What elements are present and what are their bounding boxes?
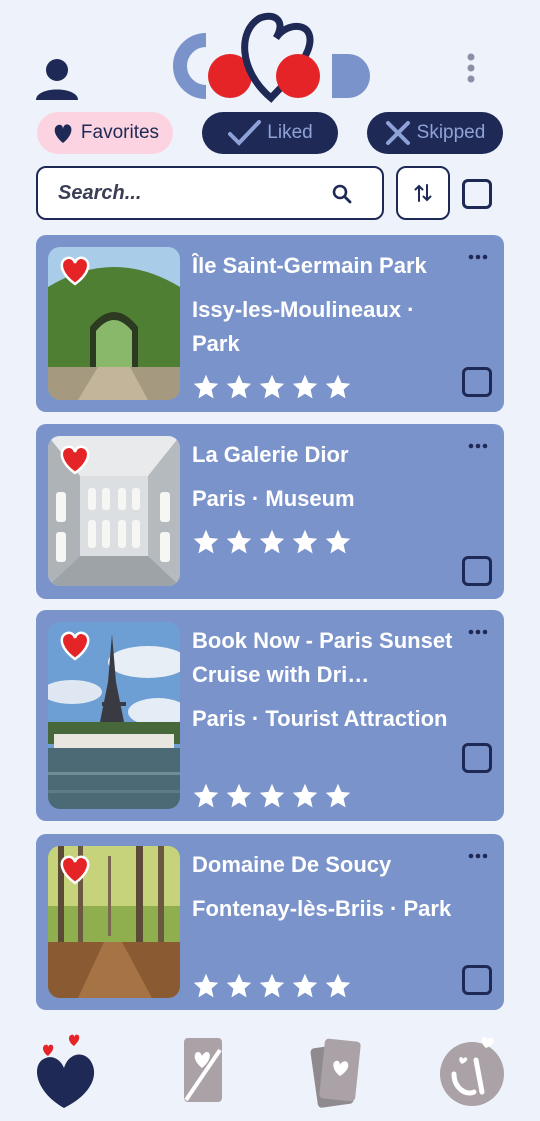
star-icon — [226, 973, 252, 998]
place-subtitle: Paris · Tourist Attraction — [192, 706, 448, 731]
place-subtitle: Paris · Museum — [192, 486, 355, 511]
more-horizontal-icon[interactable] — [468, 628, 488, 636]
star-icon — [325, 374, 351, 399]
star-icon — [259, 783, 285, 808]
place-card[interactable]: La Galerie Dior Paris · Museum — [36, 424, 504, 599]
place-title: Domaine De Soucy — [192, 852, 392, 877]
more-horizontal-icon[interactable] — [468, 253, 488, 261]
app-badge-icon[interactable] — [436, 1030, 508, 1110]
filter-liked[interactable]: Liked — [202, 112, 338, 154]
place-title: La Galerie Dior — [192, 442, 349, 467]
star-icon — [292, 973, 318, 998]
filter-favorites[interactable]: Favorites — [37, 112, 173, 154]
more-horizontal-icon[interactable] — [468, 442, 488, 450]
search-icon[interactable] — [332, 184, 352, 204]
place-photo — [48, 846, 180, 998]
favorite-heart-icon — [60, 855, 90, 885]
place-card[interactable]: Île Saint-Germain Park Issy-les-Moulinea… — [36, 235, 504, 412]
rating-stars — [192, 528, 352, 556]
place-photo — [48, 247, 180, 400]
star-icon — [193, 973, 219, 998]
select-checkbox[interactable] — [462, 556, 492, 586]
place-card[interactable]: Book Now - Paris Sunset Cruise with Dri…… — [36, 610, 504, 821]
place-title: Île Saint-Germain Park — [192, 253, 427, 278]
top-bar — [0, 0, 540, 110]
hearts-icon[interactable] — [30, 1030, 102, 1110]
rating-stars — [192, 373, 352, 401]
filter-favorites-label: Favorites — [80, 122, 160, 143]
search-row — [0, 164, 540, 222]
star-icon — [226, 529, 252, 554]
select-checkbox[interactable] — [462, 743, 492, 773]
place-photo — [48, 436, 180, 586]
rating-stars — [192, 782, 352, 810]
place-subtitle: Fontenay-lès-Briis · Park — [192, 896, 452, 921]
filter-skipped-label: Skipped — [416, 122, 486, 143]
star-icon — [226, 374, 252, 399]
more-horizontal-icon[interactable] — [468, 852, 488, 860]
select-all-checkbox[interactable] — [462, 179, 492, 209]
select-checkbox[interactable] — [462, 965, 492, 995]
filter-chips: Favorites Liked Skipped — [0, 110, 540, 156]
star-icon — [259, 374, 285, 399]
place-subtitle: Issy-les-Moulineaux · Park — [192, 297, 415, 356]
place-title: Book Now - Paris Sunset Cruise with Dri… — [192, 628, 453, 687]
star-icon — [193, 374, 219, 399]
star-icon — [292, 529, 318, 554]
sort-button[interactable] — [396, 166, 450, 220]
more-vertical-icon[interactable] — [458, 52, 484, 84]
favorite-heart-icon — [60, 631, 90, 661]
search-box — [36, 166, 384, 220]
star-icon — [193, 529, 219, 554]
filter-skipped[interactable]: Skipped — [367, 112, 503, 154]
cards-stack-icon[interactable] — [300, 1030, 372, 1110]
filter-liked-label: Liked — [267, 122, 313, 143]
favorite-heart-icon — [60, 445, 90, 475]
search-input[interactable] — [58, 178, 328, 208]
rating-stars — [192, 972, 352, 1000]
check-icon — [228, 120, 262, 146]
star-icon — [325, 783, 351, 808]
card-swipe-icon[interactable] — [168, 1030, 240, 1110]
star-icon — [193, 783, 219, 808]
star-icon — [226, 783, 252, 808]
user-icon[interactable] — [34, 56, 80, 102]
place-photo — [48, 622, 180, 809]
sort-icon — [414, 184, 432, 202]
star-icon — [325, 973, 351, 998]
favorite-heart-icon — [60, 256, 90, 286]
select-checkbox[interactable] — [462, 367, 492, 397]
heart-icon — [54, 124, 72, 143]
x-icon — [385, 121, 410, 145]
app-logo — [173, 12, 370, 103]
star-icon — [292, 783, 318, 808]
bottom-nav — [0, 1022, 540, 1121]
star-icon — [259, 529, 285, 554]
star-icon — [259, 973, 285, 998]
star-icon — [325, 529, 351, 554]
place-card[interactable]: Domaine De Soucy Fontenay-lès-Briis · Pa… — [36, 834, 504, 1010]
star-icon — [292, 374, 318, 399]
